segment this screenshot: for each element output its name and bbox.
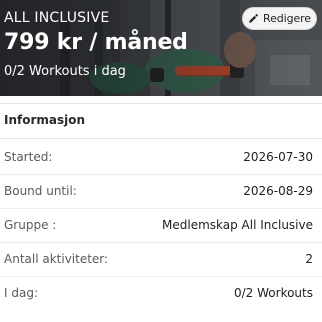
- membership-card: ALL INCLUSIVE 799 kr / måned 0/2 Workout…: [0, 0, 322, 322]
- edit-button[interactable]: Redigere: [242, 7, 317, 30]
- info-row-group: Gruppe : Medlemskap All Inclusive: [0, 209, 322, 243]
- edit-button-label: Redigere: [263, 12, 311, 25]
- row-label: Antall aktiviteter:: [4, 252, 109, 266]
- info-section-header: Informasjon: [0, 103, 322, 139]
- info-section-title: Informasjon: [4, 113, 86, 127]
- row-label: Started:: [4, 150, 53, 164]
- info-row-bound-until: Bound until: 2026-08-29: [0, 175, 322, 209]
- row-value: 0/2 Workouts: [234, 286, 313, 300]
- row-value: 2: [305, 252, 313, 266]
- info-row-started: Started: 2026-07-30: [0, 141, 322, 175]
- info-row-today: I dag: 0/2 Workouts: [0, 277, 322, 311]
- row-value: 2026-08-29: [243, 184, 313, 198]
- info-row-activity-count: Antall aktiviteter: 2: [0, 243, 322, 277]
- row-value: 2026-07-30: [243, 150, 313, 164]
- info-list: Started: 2026-07-30 Bound until: 2026-08…: [0, 141, 322, 311]
- row-label: I dag:: [4, 286, 38, 300]
- workouts-today: 0/2 Workouts i dag: [4, 64, 126, 79]
- membership-hero-banner: ALL INCLUSIVE 799 kr / måned 0/2 Workout…: [0, 0, 322, 96]
- row-label: Gruppe :: [4, 218, 57, 232]
- pencil-icon: [249, 14, 258, 23]
- row-label: Bound until:: [4, 184, 77, 198]
- plan-price: 799 kr / måned: [4, 30, 188, 55]
- row-value: Medlemskap All Inclusive: [162, 218, 313, 232]
- plan-name: ALL INCLUSIVE: [4, 10, 110, 26]
